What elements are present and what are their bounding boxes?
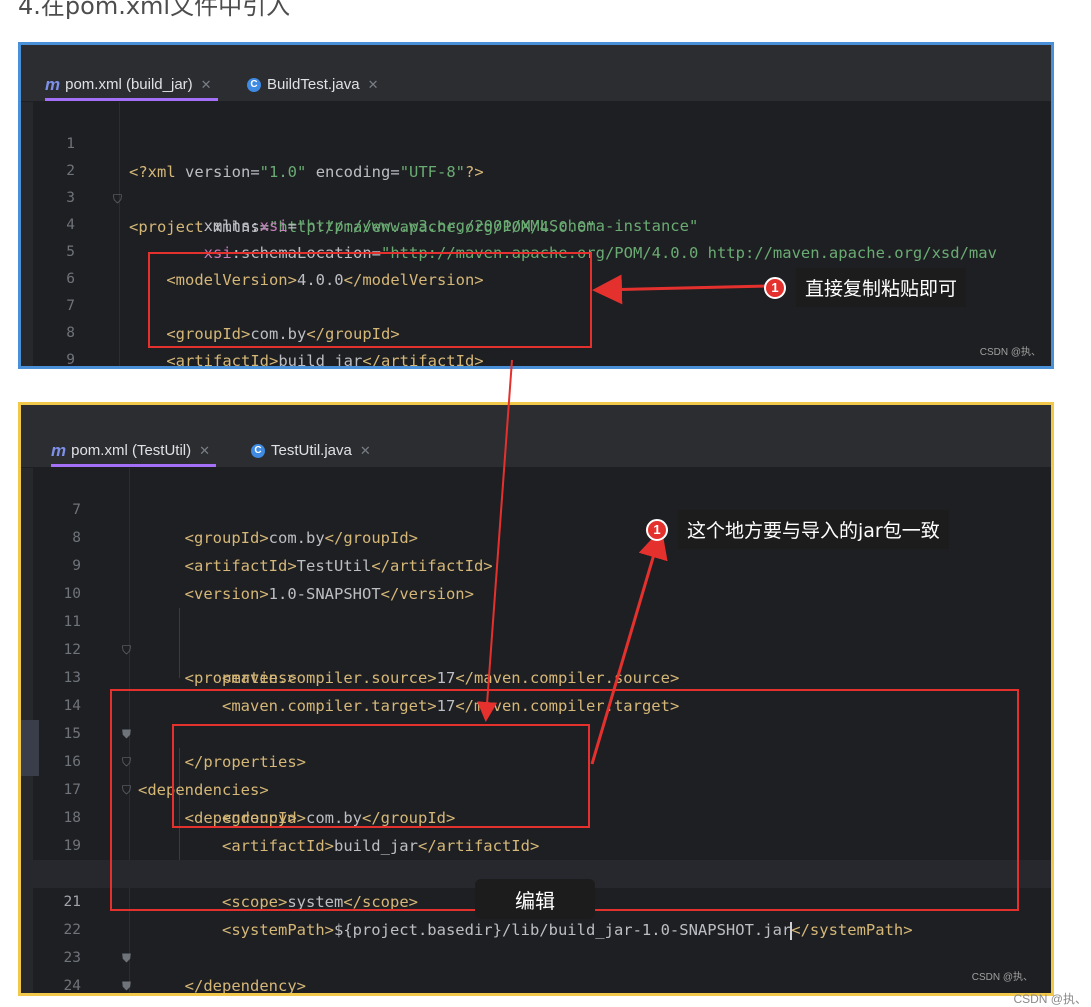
maven-icon: m <box>45 74 61 94</box>
close-icon[interactable]: ✕ <box>368 77 379 93</box>
code-line: 10 <box>21 552 1051 602</box>
ide-toolbar <box>21 45 1051 70</box>
code-line: 6 <box>21 237 1051 287</box>
tab-label: pom.xml (TestUtil) <box>71 442 192 459</box>
tab-label: pom.xml (build_jar) <box>65 76 193 93</box>
watermark: CSDN @执、 <box>971 972 1033 983</box>
annotation-callout-1: 1 直接复制粘贴即可 <box>764 268 967 307</box>
editor-tab-bar: m pom.xml (TestUtil) ✕ C TestUtil.java ✕ <box>21 435 1051 468</box>
code-line: 17 <groupId>com.by</groupId> <box>21 748 1051 827</box>
annotation-note: 这个地方要与导入的jar包一致 <box>678 510 949 549</box>
page-watermark: CSDN @执、 <box>1013 992 1087 1006</box>
code-line: 15 ⛉ <dependencies> <box>21 692 1051 799</box>
editor-tab-bar: m pom.xml (build_jar) ✕ C BuildTest.java… <box>21 69 1051 102</box>
java-class-icon: C <box>247 77 261 92</box>
code-line: 10 <box>21 345 1051 366</box>
line-number: 24 <box>63 978 81 994</box>
tab-pom-build-jar[interactable]: m pom.xml (build_jar) ✕ <box>45 69 218 101</box>
code-line: 14 ⛊ </properties> <box>21 664 1051 771</box>
annotation-note: 直接复制粘贴即可 <box>796 268 967 307</box>
code-line: 13 <maven.compiler.target>17</maven.comp… <box>21 636 1051 715</box>
edit-tooltip: 编辑 <box>475 879 595 919</box>
code-line: 20 <scope>system</scope> <box>21 832 1051 911</box>
code-line: 11 ⛉ <properties> <box>21 580 1051 687</box>
tab-pom-testutil[interactable]: m pom.xml (TestUtil) ✕ <box>51 435 217 467</box>
fold-end-icon[interactable]: ⛊ <box>122 972 131 993</box>
tab-label: BuildTest.java <box>267 76 360 93</box>
code-line: 18 <artifactId>build_jar</artifactId> <box>21 776 1051 855</box>
close-icon[interactable]: ✕ <box>360 443 371 459</box>
code-line: 16 ⛉ <dependency> <box>21 720 1051 827</box>
code-line: 12 <maven.compiler.source>17</maven.comp… <box>21 608 1051 687</box>
tab-buildtest-java[interactable]: C BuildTest.java ✕ <box>247 69 378 100</box>
java-class-icon: C <box>251 443 265 458</box>
code-line: 7 <groupId>com.by</groupId> <box>21 468 1051 547</box>
code-line: 2 ⛉ <project xmlns="http://maven.apache.… <box>21 129 1051 236</box>
watermark: CSDN @执、 <box>979 347 1041 358</box>
code-line: 19 <version>1.0-SNAPSHOT</version> <box>21 804 1051 883</box>
tab-testutil-java[interactable]: C TestUtil.java ✕ <box>251 435 371 466</box>
code-line: 4 xsi:schemaLocation="http://maven.apach… <box>21 183 1051 262</box>
code-line: 24 ⛊ </project> <box>21 944 1051 993</box>
section-heading: 4.在pom.xml文件中引入 <box>18 0 291 20</box>
maven-icon: m <box>51 440 67 460</box>
annotation-callout-2: 1 这个地方要与导入的jar包一致 <box>646 510 949 549</box>
close-icon[interactable]: ✕ <box>201 77 212 93</box>
code-line: 9 <version>1.0-SNAPSHOT</version> <box>21 318 1051 366</box>
code-line: 1 <?xml version="1.0" encoding="UTF-8"?> <box>21 102 1051 181</box>
code-editor[interactable]: 1 <?xml version="1.0" encoding="UTF-8"?>… <box>21 102 1051 366</box>
step-badge: 1 <box>646 518 668 541</box>
code-line: 5 <modelVersion>4.0.0</modelVersion> <box>21 210 1051 289</box>
code-line: 23 ⛊ </dependencies> <box>21 916 1051 993</box>
step-badge: 1 <box>764 276 786 299</box>
close-icon[interactable]: ✕ <box>199 443 210 459</box>
code-line: 3 xmlns:xsi="http://www.w3.org/2001/XMLS… <box>21 156 1051 235</box>
screenshot-build-jar-pom: m pom.xml (build_jar) ✕ C BuildTest.java… <box>18 42 1054 369</box>
tab-label: TestUtil.java <box>271 442 352 459</box>
ide-toolbar <box>21 405 1051 435</box>
